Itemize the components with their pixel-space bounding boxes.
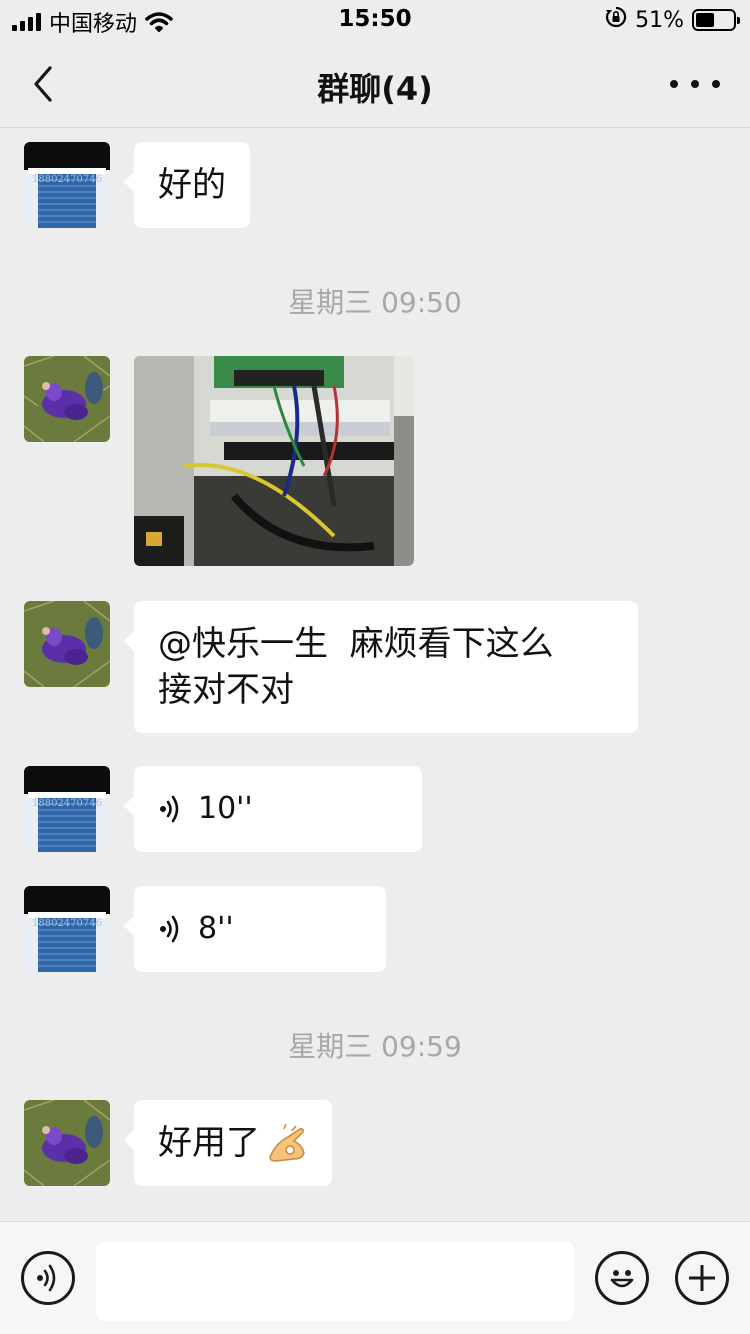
avatar[interactable]: 18802470746	[24, 886, 110, 972]
message-row: @快乐一生 麻烦看下这么 接对不对	[24, 601, 638, 733]
avatar[interactable]	[24, 601, 110, 687]
battery-fill	[696, 13, 715, 27]
more-button[interactable]	[670, 66, 720, 102]
emoji-button[interactable]	[595, 1251, 649, 1305]
timestamp: 星期三 09:50	[288, 286, 462, 319]
status-right: 51%	[605, 6, 740, 34]
message-text-line: @快乐一生 麻烦看下这么	[158, 624, 554, 664]
avatar[interactable]	[24, 1100, 110, 1186]
voice-wave-icon	[160, 915, 179, 943]
more-dot	[691, 80, 699, 88]
message-text: 好用了	[158, 1123, 260, 1163]
voice-input-button[interactable]	[21, 1251, 75, 1305]
plus-icon	[689, 1265, 715, 1291]
message-text: 好的	[158, 165, 226, 205]
nav-bar: 群聊(4)	[0, 40, 750, 128]
emoji-icon	[610, 1270, 634, 1288]
battery-icon	[692, 9, 740, 31]
avatar-watermark: 18802470746	[32, 798, 102, 809]
more-dot	[670, 80, 678, 88]
more-dot	[712, 80, 720, 88]
message-row: 18802470746 8''	[24, 886, 386, 972]
electrical-panel-photo	[134, 356, 414, 566]
chat-title: 群聊(4)	[317, 70, 433, 108]
ok-hand-emoji	[269, 1123, 305, 1162]
voice-message[interactable]: 8''	[124, 886, 386, 972]
orientation-lock-icon	[605, 6, 627, 34]
door-avatar-image: 18802470746	[24, 766, 110, 852]
message-bubble[interactable]: 好用了	[124, 1100, 332, 1186]
message-row	[24, 356, 414, 566]
door-avatar-image: 18802470746	[24, 886, 110, 972]
message-row: 好用了	[24, 1100, 332, 1186]
input-bar	[0, 1221, 750, 1334]
chat-area[interactable]: 18802470746 好的 星期三 09:50 @快乐一生 麻烦看下这么 接对…	[0, 129, 750, 1221]
message-text-line: 接对不对	[158, 670, 294, 710]
grass-avatar-image	[24, 1100, 110, 1186]
voice-wave-icon	[160, 795, 179, 823]
avatar-watermark: 18802470746	[32, 174, 102, 185]
voice-duration: 10''	[198, 791, 253, 826]
plus-button[interactable]	[675, 1251, 729, 1305]
message-bubble[interactable]: @快乐一生 麻烦看下这么 接对不对	[124, 601, 638, 733]
avatar[interactable]	[24, 356, 110, 442]
image-message[interactable]	[134, 356, 414, 566]
avatar[interactable]: 18802470746	[24, 142, 110, 228]
battery-percent: 51%	[635, 7, 684, 33]
avatar[interactable]: 18802470746	[24, 766, 110, 852]
voice-duration: 8''	[198, 911, 234, 946]
voice-message[interactable]: 10''	[124, 766, 422, 852]
timestamp: 星期三 09:59	[288, 1030, 462, 1063]
message-row: 18802470746 好的	[24, 142, 250, 228]
grass-avatar-image	[24, 601, 110, 687]
message-row: 18802470746 10''	[24, 766, 422, 852]
message-bubble[interactable]: 好的	[124, 142, 250, 228]
avatar-watermark: 18802470746	[32, 918, 102, 929]
voice-icon	[37, 1264, 56, 1292]
door-avatar-image: 18802470746	[24, 142, 110, 228]
status-bar: 中国移动 15:50 51%	[0, 0, 750, 40]
grass-avatar-image	[24, 356, 110, 442]
message-input[interactable]	[96, 1241, 574, 1321]
